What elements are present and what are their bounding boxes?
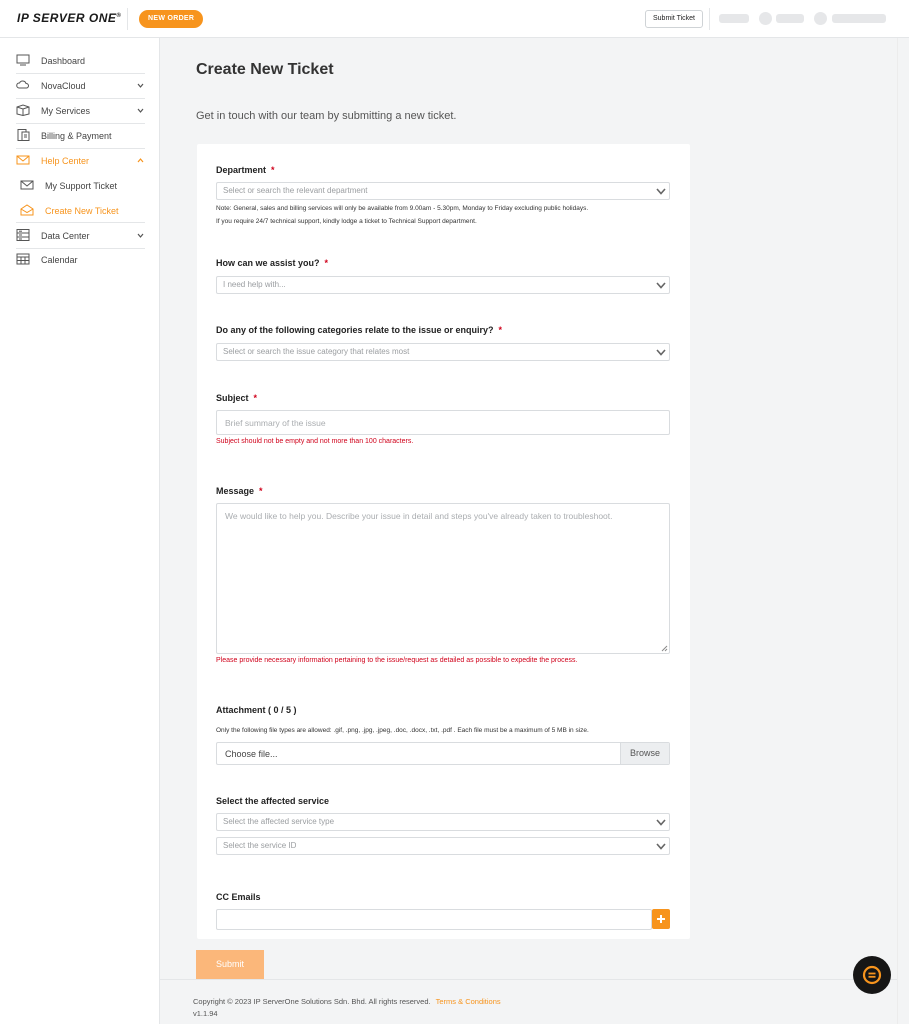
required-asterisk: * bbox=[253, 393, 258, 403]
sidebar-item-label: My Support Ticket bbox=[45, 181, 118, 191]
add-cc-button[interactable] bbox=[652, 909, 670, 929]
chevron-down-icon bbox=[656, 349, 666, 356]
resize-handle-icon[interactable] bbox=[661, 645, 668, 652]
sidebar-item-data-center[interactable]: Data Center bbox=[0, 224, 160, 248]
service-id-select[interactable]: Select the service ID bbox=[216, 837, 670, 855]
cc-emails-label: CC Emails bbox=[216, 892, 261, 902]
sidebar-item-novacloud[interactable]: NovaCloud bbox=[0, 74, 160, 98]
department-note-support: If you require 24/7 technical support, k… bbox=[216, 218, 477, 225]
page-title: Create New Ticket bbox=[196, 61, 334, 78]
message-error: Please provide necessary information per… bbox=[216, 657, 578, 664]
version-text: v1.1.94 bbox=[193, 1009, 218, 1018]
sidebar-item-label: Create New Ticket bbox=[45, 206, 119, 216]
browse-button[interactable]: Browse bbox=[620, 743, 669, 764]
service-id-placeholder: Select the service ID bbox=[223, 841, 297, 850]
subject-label: Subject * bbox=[216, 393, 258, 403]
subject-error: Subject should not be empty and not more… bbox=[216, 438, 414, 445]
sidebar-item-calendar[interactable]: Calendar bbox=[0, 248, 160, 272]
message-label: Message * bbox=[216, 486, 263, 496]
chat-widget-button[interactable] bbox=[853, 956, 891, 994]
category-placeholder: Select or search the issue category that… bbox=[223, 347, 410, 356]
sidebar-item-dashboard[interactable]: Dashboard bbox=[0, 49, 160, 73]
chevron-down-icon[interactable] bbox=[137, 108, 144, 113]
footer-divider bbox=[160, 979, 909, 980]
file-input[interactable]: Choose file... Browse bbox=[216, 742, 670, 765]
blurred-account-info[interactable] bbox=[776, 14, 804, 23]
chevron-down-icon[interactable] bbox=[137, 233, 144, 238]
blurred-avatar[interactable] bbox=[759, 12, 772, 25]
server-icon bbox=[16, 229, 30, 241]
envelope-icon bbox=[16, 155, 30, 165]
terms-link[interactable]: Terms & Conditions bbox=[436, 997, 501, 1006]
department-select[interactable]: Select or search the relevant department bbox=[216, 182, 670, 200]
required-asterisk: * bbox=[498, 325, 503, 335]
chevron-down-icon bbox=[656, 819, 666, 826]
assist-placeholder: I need help with... bbox=[223, 280, 286, 289]
chevron-down-icon bbox=[656, 188, 666, 195]
service-type-placeholder: Select the affected service type bbox=[223, 817, 335, 826]
sidebar-item-create-new-ticket[interactable]: Create New Ticket bbox=[0, 199, 160, 223]
chevron-down-icon[interactable] bbox=[137, 83, 144, 88]
sidebar-divider bbox=[16, 222, 145, 223]
attachment-label: Attachment ( 0 / 5 ) bbox=[216, 705, 297, 715]
copyright-text: Copyright © 2023 IP ServerOne Solutions … bbox=[193, 997, 501, 1006]
submit-ticket-button[interactable]: Submit Ticket bbox=[645, 10, 703, 28]
message-placeholder: We would like to help you. Describe your… bbox=[225, 511, 613, 521]
sidebar-item-label: Billing & Payment bbox=[41, 131, 112, 141]
header-divider bbox=[127, 8, 128, 30]
required-asterisk: * bbox=[259, 486, 263, 496]
submit-button[interactable]: Submit bbox=[196, 950, 264, 979]
calendar-icon bbox=[16, 253, 30, 265]
page-scrollbar[interactable] bbox=[897, 38, 909, 1024]
chevron-up-icon[interactable] bbox=[137, 158, 144, 163]
cloud-icon bbox=[16, 80, 29, 89]
sidebar-item-my-support-ticket[interactable]: My Support Ticket bbox=[0, 174, 160, 198]
brand-logo[interactable]: IP SERVER ONE® bbox=[17, 11, 121, 25]
sidebar-item-label: Data Center bbox=[41, 231, 90, 241]
blurred-avatar[interactable] bbox=[814, 12, 827, 25]
sidebar-item-my-services[interactable]: My Services bbox=[0, 99, 160, 123]
box-icon bbox=[16, 104, 30, 116]
category-label: Do any of the following categories relat… bbox=[216, 325, 503, 335]
header-divider bbox=[709, 8, 710, 30]
page-subtitle: Get in touch with our team by submitting… bbox=[196, 110, 457, 122]
attachment-note: Only the following file types are allowe… bbox=[216, 727, 589, 734]
required-asterisk: * bbox=[324, 258, 329, 268]
envelope-open-icon bbox=[20, 204, 34, 216]
cc-email-input[interactable] bbox=[216, 909, 652, 930]
sidebar-item-label: Calendar bbox=[41, 255, 78, 265]
file-input-text: Choose file... bbox=[225, 749, 278, 759]
message-textarea[interactable]: We would like to help you. Describe your… bbox=[216, 503, 670, 654]
envelope-icon bbox=[20, 180, 34, 190]
monitor-icon bbox=[16, 54, 30, 66]
chat-icon bbox=[862, 965, 882, 985]
category-select[interactable]: Select or search the issue category that… bbox=[216, 343, 670, 361]
chevron-down-icon bbox=[656, 282, 666, 289]
sidebar-item-label: Dashboard bbox=[41, 56, 86, 66]
new-order-button[interactable]: NEW ORDER bbox=[139, 10, 204, 28]
chevron-down-icon bbox=[656, 843, 666, 850]
assist-label: How can we assist you? * bbox=[216, 258, 329, 268]
sidebar-item-billing[interactable]: Billing & Payment bbox=[0, 124, 160, 148]
service-type-select[interactable]: Select the affected service type bbox=[216, 813, 670, 831]
sidebar-item-label: My Services bbox=[41, 106, 91, 116]
service-label: Select the affected service bbox=[216, 796, 330, 806]
sidebar-item-label: NovaCloud bbox=[41, 81, 86, 91]
department-label: Department * bbox=[216, 165, 275, 175]
assist-select[interactable]: I need help with... bbox=[216, 276, 670, 294]
top-header: IP SERVER ONE® NEW ORDER Submit Ticket bbox=[0, 0, 909, 38]
plus-icon bbox=[657, 915, 665, 923]
sidebar-item-label: Help Center bbox=[41, 156, 90, 166]
department-note: Note: General, sales and billing service… bbox=[216, 205, 589, 212]
invoice-icon bbox=[17, 129, 30, 141]
required-asterisk: * bbox=[271, 165, 275, 175]
sidebar-item-help-center[interactable]: Help Center bbox=[0, 149, 160, 173]
blurred-account-info[interactable] bbox=[719, 14, 749, 23]
subject-input[interactable]: Brief summary of the issue bbox=[216, 410, 670, 435]
blurred-account-info[interactable] bbox=[832, 14, 886, 23]
department-placeholder: Select or search the relevant department bbox=[223, 186, 368, 195]
subject-placeholder: Brief summary of the issue bbox=[225, 418, 326, 428]
